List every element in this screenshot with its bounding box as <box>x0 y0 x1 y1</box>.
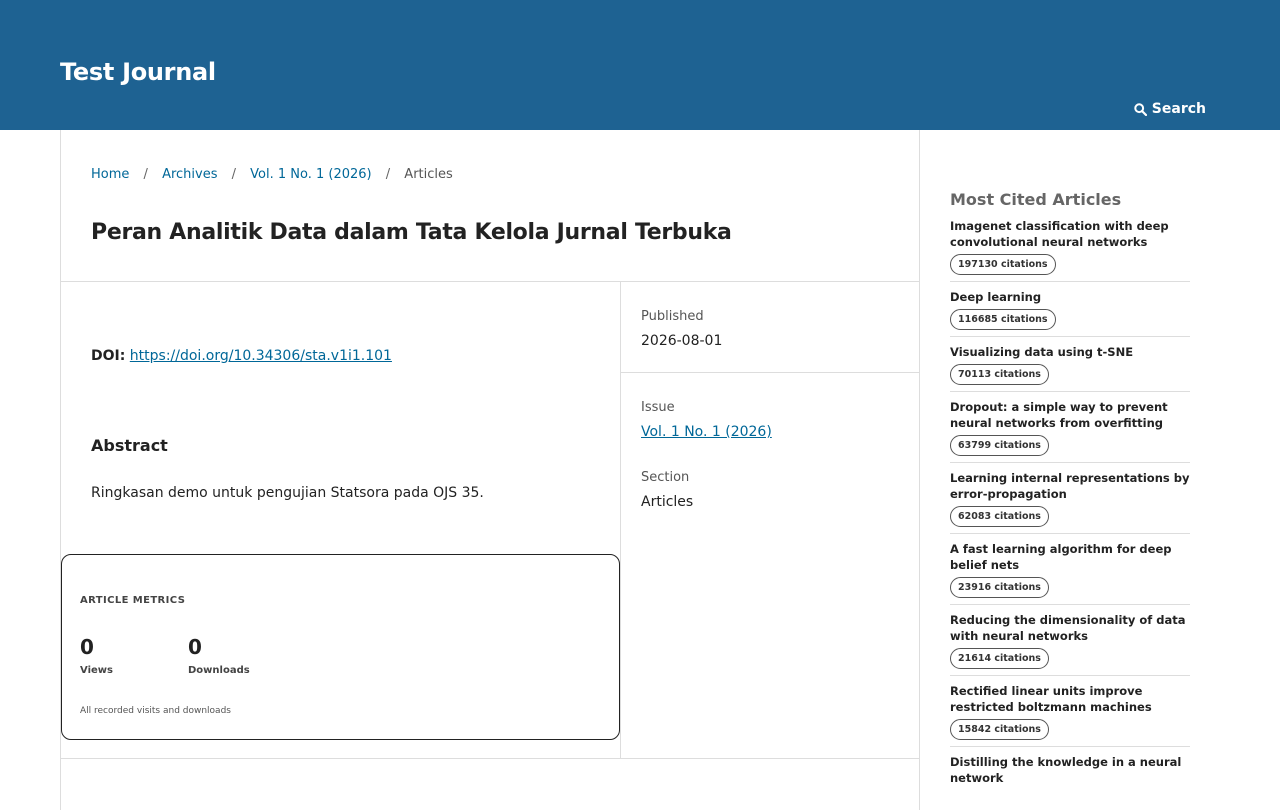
citation-badge: 63799 citations <box>950 435 1049 456</box>
cited-article-link[interactable]: A fast learning algorithm for deep belie… <box>950 541 1190 573</box>
breadcrumb-home[interactable]: Home <box>91 167 129 182</box>
breadcrumb-separator: / <box>143 167 148 182</box>
main-content: Home / Archives / Vol. 1 No. 1 (2026) / … <box>60 130 920 810</box>
sidebar-title: Most Cited Articles <box>950 190 1122 209</box>
views-label: Views <box>80 665 113 676</box>
breadcrumb-current: Articles <box>404 167 453 182</box>
downloads-label: Downloads <box>188 665 250 676</box>
citation-badge: 21614 citations <box>950 648 1049 669</box>
abstract-text: Ringkasan demo untuk pengujian Statsora … <box>91 485 484 501</box>
citation-badge: 23916 citations <box>950 577 1049 598</box>
views-count: 0 <box>80 635 94 659</box>
cited-article-item: Rectified linear units improve restricte… <box>950 676 1190 747</box>
published-date: 2026-08-01 <box>641 333 723 349</box>
cited-article-link[interactable]: Imagenet classification with deep convol… <box>950 218 1190 250</box>
metrics-title: ARTICLE METRICS <box>80 595 186 606</box>
issue-link[interactable]: Vol. 1 No. 1 (2026) <box>641 424 772 440</box>
cited-article-item: Deep learning 116685 citations <box>950 282 1190 337</box>
section-label: Section <box>641 470 690 485</box>
divider <box>61 758 920 759</box>
breadcrumb-archives[interactable]: Archives <box>162 167 217 182</box>
breadcrumb: Home / Archives / Vol. 1 No. 1 (2026) / … <box>91 167 453 182</box>
page-title: Peran Analitik Data dalam Tata Kelola Ju… <box>91 220 732 245</box>
section-value: Articles <box>641 494 694 510</box>
search-button[interactable]: Search <box>1134 101 1206 117</box>
metrics-note: All recorded visits and downloads <box>80 706 231 716</box>
abstract-heading: Abstract <box>91 436 168 455</box>
cited-article-item: Learning internal representations by err… <box>950 463 1190 534</box>
breadcrumb-issue[interactable]: Vol. 1 No. 1 (2026) <box>250 167 371 182</box>
doi-label: DOI: <box>91 348 126 364</box>
citation-badge: 197130 citations <box>950 254 1056 275</box>
doi: DOI: https://doi.org/10.34306/sta.v1i1.1… <box>91 348 392 364</box>
search-label: Search <box>1151 101 1206 117</box>
divider <box>61 281 920 282</box>
issue-label: Issue <box>641 400 675 415</box>
cited-article-item: Distilling the knowledge in a neural net… <box>950 747 1190 792</box>
cited-article-link[interactable]: Rectified linear units improve restricte… <box>950 683 1190 715</box>
citation-badge: 62083 citations <box>950 506 1049 527</box>
citation-badge: 15842 citations <box>950 719 1049 740</box>
published-label: Published <box>641 309 704 324</box>
doi-link[interactable]: https://doi.org/10.34306/sta.v1i1.101 <box>130 348 392 364</box>
cited-article-item: Reducing the dimensionality of data with… <box>950 605 1190 676</box>
sidebar: Most Cited Articles Imagenet classificat… <box>950 190 1190 792</box>
divider <box>621 372 920 373</box>
downloads-count: 0 <box>188 635 202 659</box>
cited-article-link[interactable]: Deep learning <box>950 289 1190 305</box>
cited-article-link[interactable]: Dropout: a simple way to prevent neural … <box>950 399 1190 431</box>
breadcrumb-separator: / <box>231 167 237 182</box>
citation-badge: 70113 citations <box>950 364 1049 385</box>
cited-article-link[interactable]: Visualizing data using t-SNE <box>950 344 1190 360</box>
cited-article-link[interactable]: Learning internal representations by err… <box>950 470 1190 502</box>
search-icon <box>1134 102 1147 116</box>
site-title-link[interactable]: Test Journal <box>60 58 216 86</box>
article-metrics-card: ARTICLE METRICS 0 Views 0 Downloads All … <box>61 554 620 740</box>
cited-article-link[interactable]: Reducing the dimensionality of data with… <box>950 612 1190 644</box>
cited-article-link[interactable]: Distilling the knowledge in a neural net… <box>950 754 1190 786</box>
column-divider <box>620 281 621 758</box>
cited-article-item: A fast learning algorithm for deep belie… <box>950 534 1190 605</box>
cited-article-item: Visualizing data using t-SNE 70113 citat… <box>950 337 1190 392</box>
cited-article-item: Imagenet classification with deep convol… <box>950 215 1190 282</box>
cited-article-item: Dropout: a simple way to prevent neural … <box>950 392 1190 463</box>
breadcrumb-separator: / <box>385 167 391 182</box>
site-header: Test Journal Search <box>0 0 1280 130</box>
citation-badge: 116685 citations <box>950 309 1056 330</box>
